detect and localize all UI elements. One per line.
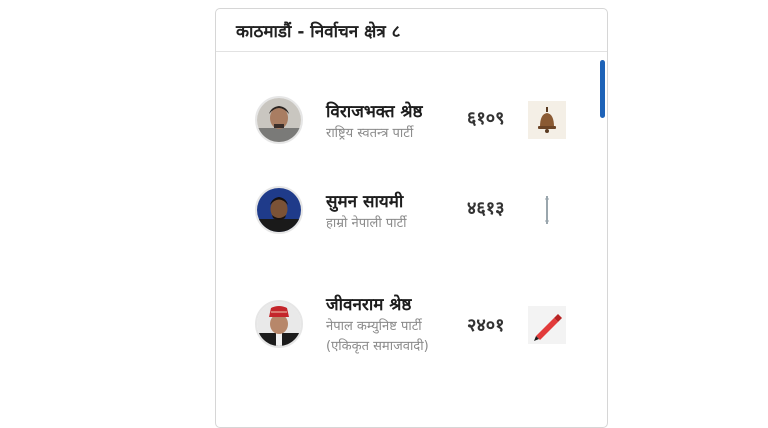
scrollbar-thumb[interactable] xyxy=(600,60,605,118)
stick-icon xyxy=(528,191,566,229)
results-card: काठमाडौं - निर्वाचन क्षेत्र ८ विराजभक्त … xyxy=(215,8,608,428)
candidate-name: विराजभक्त श्रेष्ठ xyxy=(326,102,423,122)
party-name: हाम्रो नेपाली पार्टी xyxy=(326,216,407,231)
vote-count: ६१०९ xyxy=(467,108,505,129)
party-name: राष्ट्रिय स्वतन्त्र पार्टी xyxy=(326,126,414,141)
candidate-name: सुमन सायमी xyxy=(326,192,404,212)
list-item[interactable]: विराजभक्त श्रेष्ठ राष्ट्रिय स्वतन्त्र पा… xyxy=(216,86,596,156)
party-name-line2: (एकिकृत समाजवादी) xyxy=(326,339,429,354)
card-title: काठमाडौं - निर्वाचन क्षेत्र ८ xyxy=(216,9,607,52)
list-item[interactable]: जीवनराम श्रेष्ठ नेपाल कम्युनिष्ट पार्टी … xyxy=(216,286,596,356)
bell-icon xyxy=(528,101,566,139)
avatar xyxy=(255,96,303,144)
party-name-line1: नेपाल कम्युनिष्ट पार्टी xyxy=(326,319,422,334)
avatar xyxy=(255,186,303,234)
avatar xyxy=(255,300,303,348)
candidate-list[interactable]: विराजभक्त श्रेष्ठ राष्ट्रिय स्वतन्त्र पा… xyxy=(216,52,607,427)
vote-count: २४०१ xyxy=(467,315,505,336)
candidate-name: जीवनराम श्रेष्ठ xyxy=(326,295,412,315)
pen-icon xyxy=(528,306,566,344)
list-item[interactable]: सुमन सायमी हाम्रो नेपाली पार्टी ४६१३ xyxy=(216,176,596,246)
vote-count: ४६१३ xyxy=(467,198,505,219)
